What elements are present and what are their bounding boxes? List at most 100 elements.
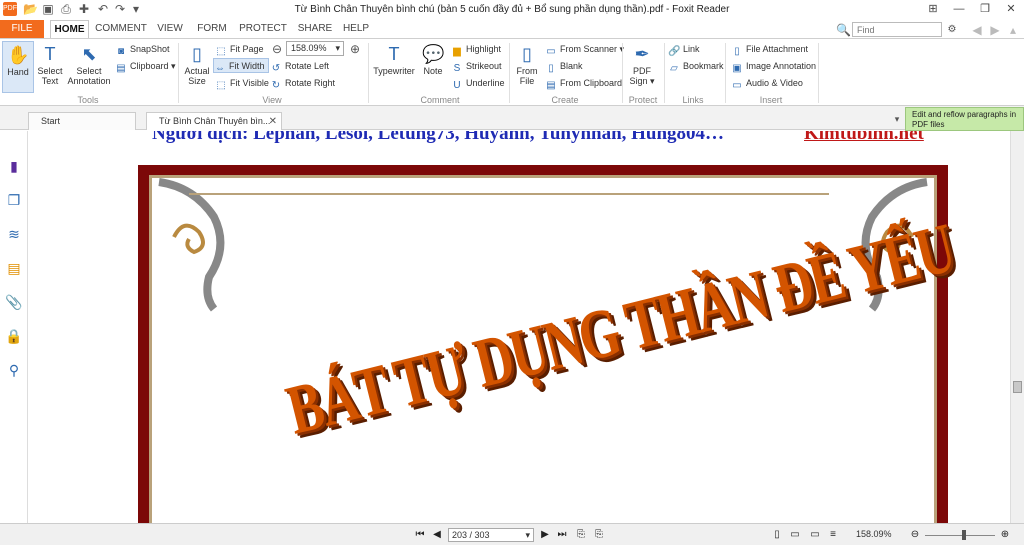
- previous-view-icon[interactable]: ⎘: [574, 528, 588, 542]
- tab-view[interactable]: VIEW: [152, 20, 188, 38]
- rotate-left-icon: ↺: [271, 63, 281, 74]
- close-button[interactable]: ✕: [1003, 2, 1019, 16]
- rotate-right-button[interactable]: ↻ Rotate Right: [270, 76, 335, 91]
- hand-button[interactable]: ✋ Hand: [2, 41, 34, 93]
- pdf-sign-button[interactable]: ✒ PDF Sign ▾: [627, 41, 657, 93]
- attachment-icon: ▯: [734, 46, 740, 57]
- zoom-out-icon[interactable]: ⊖: [908, 528, 922, 542]
- actual-size-button[interactable]: ▯ Actual Size: [182, 41, 212, 93]
- search-input[interactable]: [852, 22, 942, 37]
- continuous-facing-icon[interactable]: ≡: [826, 528, 840, 542]
- underline-icon: U: [453, 80, 461, 91]
- bookmarks-icon[interactable]: ▮: [5, 157, 23, 175]
- strikeout-button[interactable]: S Strikeout: [451, 59, 502, 74]
- pages-icon[interactable]: ❐: [5, 191, 23, 209]
- zoom-slider-handle[interactable]: [962, 530, 966, 540]
- create-group-label: Create: [551, 95, 579, 105]
- document-viewer[interactable]: Người dịch: Lephan, Lesoi, Letung73, Huy…: [29, 131, 1009, 523]
- snapshot-button[interactable]: ◙ SnapShot: [115, 42, 170, 57]
- from-clipboard-button[interactable]: ▤ From Clipboard: [545, 76, 622, 91]
- gear-icon[interactable]: ⚙: [945, 23, 959, 37]
- zoom-select[interactable]: 158.09% ▾: [286, 41, 344, 56]
- tab-home[interactable]: HOME: [50, 20, 89, 39]
- fit-visible-button[interactable]: ⬚ Fit Visible: [215, 76, 269, 91]
- tab-protect[interactable]: PROTECT: [236, 20, 290, 38]
- single-page-icon[interactable]: ▯: [770, 528, 784, 542]
- audio-video-label: Audio & Video: [746, 78, 803, 88]
- page-link[interactable]: Kimtubinh.net: [804, 131, 924, 145]
- tab-start[interactable]: Start: [28, 112, 136, 130]
- rotate-left-button[interactable]: ↺ Rotate Left: [270, 59, 329, 74]
- clipboard-icon: ▤: [116, 63, 126, 74]
- restore-button[interactable]: ❐: [977, 2, 993, 16]
- next-view-icon[interactable]: ⎘: [592, 528, 606, 542]
- from-scanner-button[interactable]: ▭ From Scanner ▾: [545, 42, 624, 57]
- link-icon: 🔗: [668, 46, 681, 57]
- layers-icon[interactable]: ≋: [5, 225, 23, 243]
- from-file-button[interactable]: ▯ From File: [513, 41, 541, 93]
- continuous-icon[interactable]: ▭: [788, 528, 802, 542]
- strikeout-icon: S: [453, 63, 461, 74]
- link-button[interactable]: 🔗 Link: [668, 42, 700, 57]
- typewriter-button[interactable]: T Typewriter: [372, 41, 416, 93]
- last-page-icon[interactable]: ⏭: [555, 528, 569, 542]
- next-page-icon[interactable]: ▶: [538, 528, 552, 542]
- zoom-in-icon[interactable]: ⊕: [998, 528, 1012, 542]
- first-page-icon[interactable]: ⏮: [413, 528, 427, 542]
- page-number-input[interactable]: 203 / 303 ▾: [448, 528, 534, 542]
- fit-width-button[interactable]: ⇔ Fit Width: [213, 58, 269, 74]
- attachments-icon[interactable]: 📎: [5, 293, 23, 311]
- tab-document[interactable]: Từ Bình Chân Thuyên bìn... ✕: [146, 112, 282, 130]
- camera-icon: ◙: [117, 46, 125, 57]
- comments-icon[interactable]: ▤: [5, 259, 23, 277]
- facing-icon[interactable]: ▭: [808, 528, 822, 542]
- zoom-in-icon[interactable]: ⊕: [348, 42, 362, 56]
- underline-label: Underline: [466, 78, 505, 88]
- image-annotation-button[interactable]: ▣ Image Annotation: [731, 59, 816, 74]
- note-icon: 💬: [422, 44, 445, 64]
- tab-form[interactable]: FORM: [194, 20, 230, 38]
- tab-share[interactable]: SHARE: [295, 20, 335, 38]
- note-label: Note: [423, 66, 443, 76]
- find-options-icon[interactable]: 🔍: [836, 23, 851, 37]
- tab-help[interactable]: HELP: [340, 20, 372, 38]
- separator: [664, 43, 665, 103]
- vertical-scrollbar[interactable]: [1010, 131, 1024, 523]
- minimize-button[interactable]: —: [951, 2, 967, 16]
- select-text-label: Select Text: [37, 66, 63, 86]
- clipboard-button[interactable]: ▤ Clipboard ▾: [115, 59, 175, 74]
- fit-width-label: Fit Width: [229, 61, 265, 71]
- ornament-stroke: [158, 178, 225, 312]
- fit-page-button[interactable]: ⬚ Fit Page: [215, 42, 264, 57]
- tab-list-icon[interactable]: ▾: [890, 112, 904, 126]
- fit-page-label: Fit Page: [230, 44, 264, 54]
- search-tools-icon[interactable]: ⚲: [5, 361, 23, 379]
- clipboard-label: Clipboard: [130, 61, 169, 71]
- highlight-button[interactable]: ▆ Highlight: [451, 42, 501, 57]
- reflow-tooltip[interactable]: Edit and reflow paragraphs in PDF files: [905, 107, 1024, 131]
- blank-page-icon: ▯: [548, 63, 554, 74]
- previous-page-icon[interactable]: ◀: [430, 528, 444, 542]
- scroll-thumb[interactable]: [1013, 381, 1022, 393]
- note-button[interactable]: 💬 Note: [420, 41, 446, 93]
- lock-icon[interactable]: 🔒: [5, 327, 23, 345]
- file-attachment-button[interactable]: ▯ File Attachment: [731, 42, 808, 57]
- audio-video-button[interactable]: ▭ Audio & Video: [731, 76, 803, 91]
- tab-comment[interactable]: COMMENT: [95, 20, 147, 38]
- select-annotation-button[interactable]: ⬉ Select Annotation: [66, 41, 112, 93]
- up-icon[interactable]: ▴: [1006, 23, 1020, 37]
- window-title: Từ Bình Chân Thuyên bình chú (bản 5 cuốn…: [294, 4, 730, 15]
- back-icon[interactable]: ◀: [970, 23, 984, 37]
- select-text-button[interactable]: T Select Text: [36, 41, 64, 93]
- zoom-out-icon[interactable]: ⊖: [270, 42, 284, 56]
- ribbon-display-icon[interactable]: ⊞: [925, 2, 941, 16]
- forward-icon[interactable]: ▶: [988, 23, 1002, 37]
- underline-button[interactable]: U Underline: [451, 76, 505, 91]
- status-zoom[interactable]: 158.09%: [856, 529, 892, 539]
- blank-button[interactable]: ▯ Blank: [545, 59, 582, 74]
- view-group-label: View: [262, 95, 282, 105]
- close-icon[interactable]: ✕: [269, 113, 277, 130]
- bookmark-button[interactable]: ▱ Bookmark: [668, 59, 723, 74]
- tab-file[interactable]: FILE: [0, 20, 44, 38]
- zoom-slider[interactable]: [925, 535, 995, 536]
